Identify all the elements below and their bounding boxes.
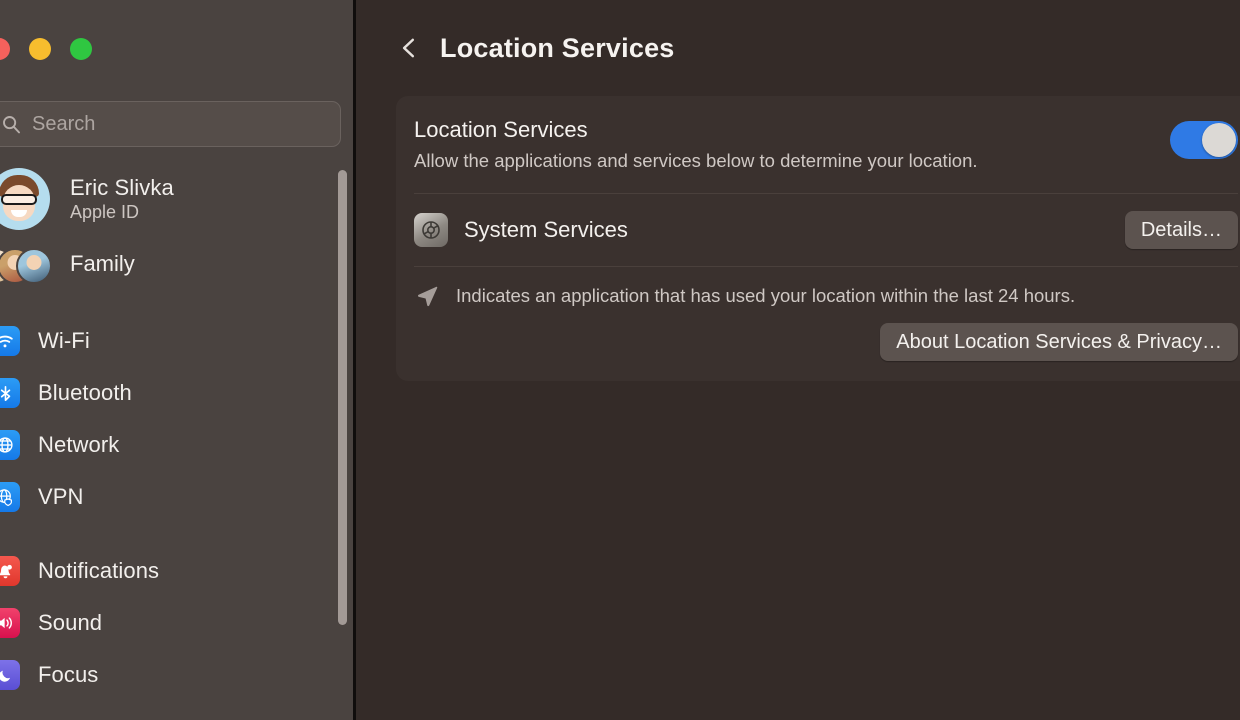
search-icon	[1, 114, 21, 134]
moon-icon	[0, 660, 20, 690]
minimize-window-button[interactable]	[29, 38, 51, 60]
about-location-services-privacy-button[interactable]: About Location Services & Privacy…	[880, 323, 1238, 361]
about-button-row: About Location Services & Privacy…	[414, 315, 1238, 381]
sidebar-item-label: Focus	[38, 662, 99, 687]
sidebar-item-network[interactable]: Network	[0, 419, 356, 471]
sidebar-item-bluetooth[interactable]: Bluetooth	[0, 367, 356, 419]
family-avatars-icon	[0, 244, 52, 284]
back-button[interactable]	[392, 31, 426, 65]
account-subtitle: Apple ID	[70, 202, 140, 222]
location-usage-note: Indicates an application that has used y…	[414, 267, 1238, 315]
search-input[interactable]	[32, 112, 340, 136]
main-header: Location Services	[356, 0, 1240, 96]
sidebar-scrollbar[interactable]	[338, 170, 347, 625]
sidebar-item-wifi[interactable]: Wi-Fi	[0, 315, 356, 367]
sidebar-item-vpn[interactable]: VPN	[0, 471, 356, 523]
system-services-gear-icon	[414, 213, 448, 247]
toggle-knob	[1202, 123, 1236, 157]
sidebar-item-label: Sound	[38, 610, 103, 635]
sidebar-item-label: Wi-Fi	[38, 328, 90, 353]
bell-icon	[0, 556, 20, 586]
sidebar-item-label: Notifications	[38, 558, 160, 583]
maximize-window-button[interactable]	[70, 38, 92, 60]
sidebar-scroll-area: Eric Slivka Apple ID Family Wi-Fi Blueto…	[0, 163, 356, 720]
sidebar: Eric Slivka Apple ID Family	[0, 0, 356, 720]
wifi-icon	[0, 326, 20, 356]
window-traffic-lights	[0, 38, 92, 60]
sidebar-item-label: Family	[70, 251, 135, 276]
sidebar-item-focus[interactable]: Focus	[0, 649, 356, 701]
location-services-title: Location Services	[414, 117, 588, 142]
location-usage-note-text: Indicates an application that has used y…	[456, 285, 1076, 306]
system-services-details-button[interactable]: Details…	[1124, 211, 1238, 249]
sidebar-item-notifications[interactable]: Notifications	[0, 545, 356, 597]
globe-icon	[0, 430, 20, 460]
sidebar-item-apple-id[interactable]: Eric Slivka Apple ID	[0, 163, 356, 235]
sidebar-item-family[interactable]: Family	[0, 235, 356, 293]
memoji-avatar-icon	[0, 168, 50, 230]
system-services-label: System Services	[464, 217, 628, 242]
avatar	[0, 168, 50, 230]
account-text: Eric Slivka Apple ID	[70, 174, 174, 224]
speaker-icon	[0, 608, 20, 638]
location-services-card: Location Services Allow the applications…	[396, 96, 1240, 381]
location-services-master-row: Location Services Allow the applications…	[414, 96, 1238, 193]
location-services-subtitle: Allow the applications and services belo…	[414, 150, 978, 171]
page-title: Location Services	[440, 32, 675, 63]
main-content: Location Services Location Services Allo…	[356, 0, 1240, 720]
system-settings-window: Eric Slivka Apple ID Family	[0, 0, 1240, 720]
location-arrow-icon	[414, 283, 440, 309]
location-services-text-block: Location Services Allow the applications…	[414, 116, 1170, 173]
location-services-toggle[interactable]	[1170, 121, 1238, 159]
account-name: Eric Slivka	[70, 175, 174, 200]
close-window-button[interactable]	[0, 38, 10, 60]
sidebar-item-sound[interactable]: Sound	[0, 597, 356, 649]
sidebar-item-label: Network	[38, 432, 120, 457]
sidebar-divider	[0, 523, 356, 545]
sidebar-item-label: VPN	[38, 484, 84, 509]
system-services-row[interactable]: System Services Details…	[414, 194, 1238, 266]
search-field[interactable]	[0, 101, 341, 147]
sidebar-divider	[0, 293, 356, 315]
sidebar-item-label: Bluetooth	[38, 380, 132, 405]
vpn-shield-icon	[0, 482, 20, 512]
bluetooth-icon	[0, 378, 20, 408]
